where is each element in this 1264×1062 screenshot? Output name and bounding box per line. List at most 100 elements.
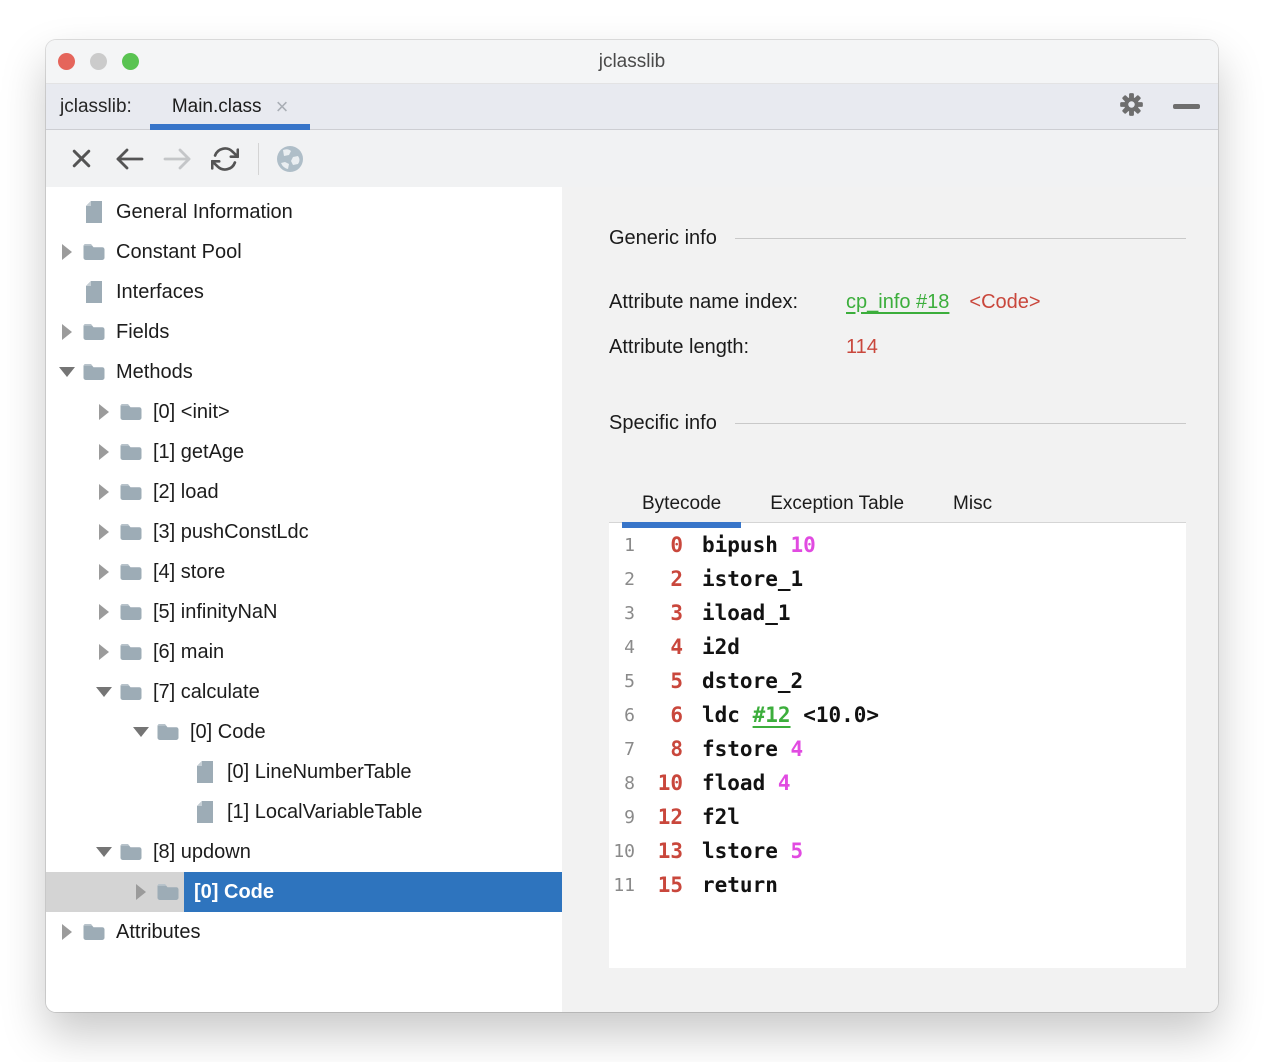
line-number: 4 <box>609 637 635 658</box>
bytecode-row: 912f2l <box>609 800 1186 834</box>
toggle-spacer <box>163 752 193 792</box>
tree-item-8-updown[interactable]: [8] updown <box>46 832 562 872</box>
expand-arrow-icon[interactable] <box>89 592 119 632</box>
bytecode-row: 1115return <box>609 868 1186 902</box>
tree-item-0-linenumbertable[interactable]: [0] LineNumberTable <box>46 752 562 792</box>
close-file-button[interactable] <box>64 142 98 176</box>
hide-panel-minus-icon[interactable] <box>1173 104 1200 109</box>
settings-gear-icon[interactable] <box>1118 91 1145 123</box>
collapse-arrow-icon[interactable] <box>89 672 119 712</box>
collapse-arrow-icon[interactable] <box>126 712 156 752</box>
bytecode-listing: 10bipush 1022istore_133iload_144i2d55dst… <box>609 522 1186 968</box>
bytecode-row: 44i2d <box>609 630 1186 664</box>
mnemonic: fstore <box>702 737 778 761</box>
expand-arrow-icon[interactable] <box>89 552 119 592</box>
open-web-button[interactable] <box>273 142 307 176</box>
folder-icon <box>119 481 143 503</box>
tree-item-constant-pool[interactable]: Constant Pool <box>46 232 562 272</box>
tree-item-0-init[interactable]: [0] <init> <box>46 392 562 432</box>
forward-button[interactable] <box>160 142 194 176</box>
bytecode-row: 66ldc #12 <10.0> <box>609 698 1186 732</box>
mnemonic: bipush <box>702 533 778 557</box>
folder-icon <box>119 401 143 423</box>
attribute-length-value: 114 <box>846 336 878 359</box>
bytecode-row: 22istore_1 <box>609 562 1186 596</box>
bytecode-offset: 6 <box>635 703 683 727</box>
instruction: bipush 10 <box>702 533 816 557</box>
document-icon <box>195 760 215 784</box>
tab-misc[interactable]: Misc <box>933 485 1012 522</box>
specific-info-heading: Specific info <box>609 408 1186 438</box>
tree-item-label: [0] LineNumberTable <box>217 752 422 792</box>
tree-item-7-calculate[interactable]: [7] calculate <box>46 672 562 712</box>
bytecode-offset: 5 <box>635 669 683 693</box>
tree-item-1-getage[interactable]: [1] getAge <box>46 432 562 472</box>
expand-arrow-icon[interactable] <box>126 872 156 912</box>
tree-item-6-main[interactable]: [6] main <box>46 632 562 672</box>
immediate-operand: 4 <box>791 737 804 761</box>
tree-item-label: [8] updown <box>143 832 261 872</box>
tree-item-label: [0] Code <box>180 712 276 752</box>
folder-icon <box>119 681 143 703</box>
globe-icon <box>275 144 305 174</box>
mnemonic: fload <box>702 771 765 795</box>
expand-arrow-icon[interactable] <box>89 392 119 432</box>
tree-item-3-pushconstldc[interactable]: [3] pushConstLdc <box>46 512 562 552</box>
instruction: fload 4 <box>702 771 791 795</box>
expand-arrow-icon[interactable] <box>52 232 82 272</box>
toolbar-separator <box>258 143 259 175</box>
tree-item-attributes[interactable]: Attributes <box>46 912 562 952</box>
immediate-operand: 5 <box>791 839 804 863</box>
expand-arrow-icon[interactable] <box>89 432 119 472</box>
mnemonic: f2l <box>702 805 740 829</box>
tree-item-1-localvariabletable[interactable]: [1] LocalVariableTable <box>46 792 562 832</box>
tab-exception-table[interactable]: Exception Table <box>750 485 924 522</box>
active-detail-tab-underline <box>622 522 741 528</box>
tree-item-2-load[interactable]: [2] load <box>46 472 562 512</box>
tab-label: Main.class <box>172 96 262 118</box>
expand-arrow-icon[interactable] <box>52 312 82 352</box>
line-number: 1 <box>609 535 635 556</box>
folder-icon <box>82 921 106 943</box>
back-button[interactable] <box>112 142 146 176</box>
tab-close-icon[interactable]: × <box>276 96 289 118</box>
tab-main-class[interactable]: Main.class × <box>150 84 311 129</box>
expand-arrow-icon[interactable] <box>89 632 119 672</box>
toolbar <box>46 130 1218 187</box>
tree-item-0-code[interactable]: [0] Code <box>46 712 562 752</box>
collapse-arrow-icon[interactable] <box>89 832 119 872</box>
detail-panel: Generic info Attribute name index: cp_in… <box>562 187 1218 1012</box>
expand-arrow-icon[interactable] <box>89 512 119 552</box>
constant-pool-ref-link[interactable]: #12 <box>753 703 791 727</box>
tree-item-interfaces[interactable]: Interfaces <box>46 272 562 312</box>
bytecode-row: 78fstore 4 <box>609 732 1186 766</box>
tree-item-fields[interactable]: Fields <box>46 312 562 352</box>
line-number: 5 <box>609 671 635 692</box>
bytecode-offset: 2 <box>635 567 683 591</box>
tree-item-5-infinitynan[interactable]: [5] infinityNaN <box>46 592 562 632</box>
reload-button[interactable] <box>208 142 242 176</box>
expand-arrow-icon[interactable] <box>52 912 82 952</box>
folder-icon <box>156 721 180 743</box>
line-number: 10 <box>609 841 635 862</box>
tree-item-4-store[interactable]: [4] store <box>46 552 562 592</box>
generic-info-heading: Generic info <box>609 223 1186 253</box>
collapse-arrow-icon[interactable] <box>52 352 82 392</box>
folder-icon <box>119 441 143 463</box>
mnemonic: return <box>702 873 778 897</box>
instruction: i2d <box>702 635 740 659</box>
tree-item-0-code[interactable]: [0] Code <box>46 872 562 912</box>
folder-icon <box>119 841 143 863</box>
tree-item-label: [3] pushConstLdc <box>143 512 319 552</box>
toggle-spacer <box>52 192 82 232</box>
cp-info-link[interactable]: cp_info #18 <box>846 291 949 314</box>
section-rule <box>735 238 1186 239</box>
mnemonic: lstore <box>702 839 778 863</box>
instruction: fstore 4 <box>702 737 803 761</box>
tree-item-general-information[interactable]: General Information <box>46 192 562 232</box>
tab-bytecode[interactable]: Bytecode <box>622 485 741 522</box>
bytecode-offset: 0 <box>635 533 683 557</box>
tree-item-label: [1] getAge <box>143 432 254 472</box>
tree-item-methods[interactable]: Methods <box>46 352 562 392</box>
expand-arrow-icon[interactable] <box>89 472 119 512</box>
